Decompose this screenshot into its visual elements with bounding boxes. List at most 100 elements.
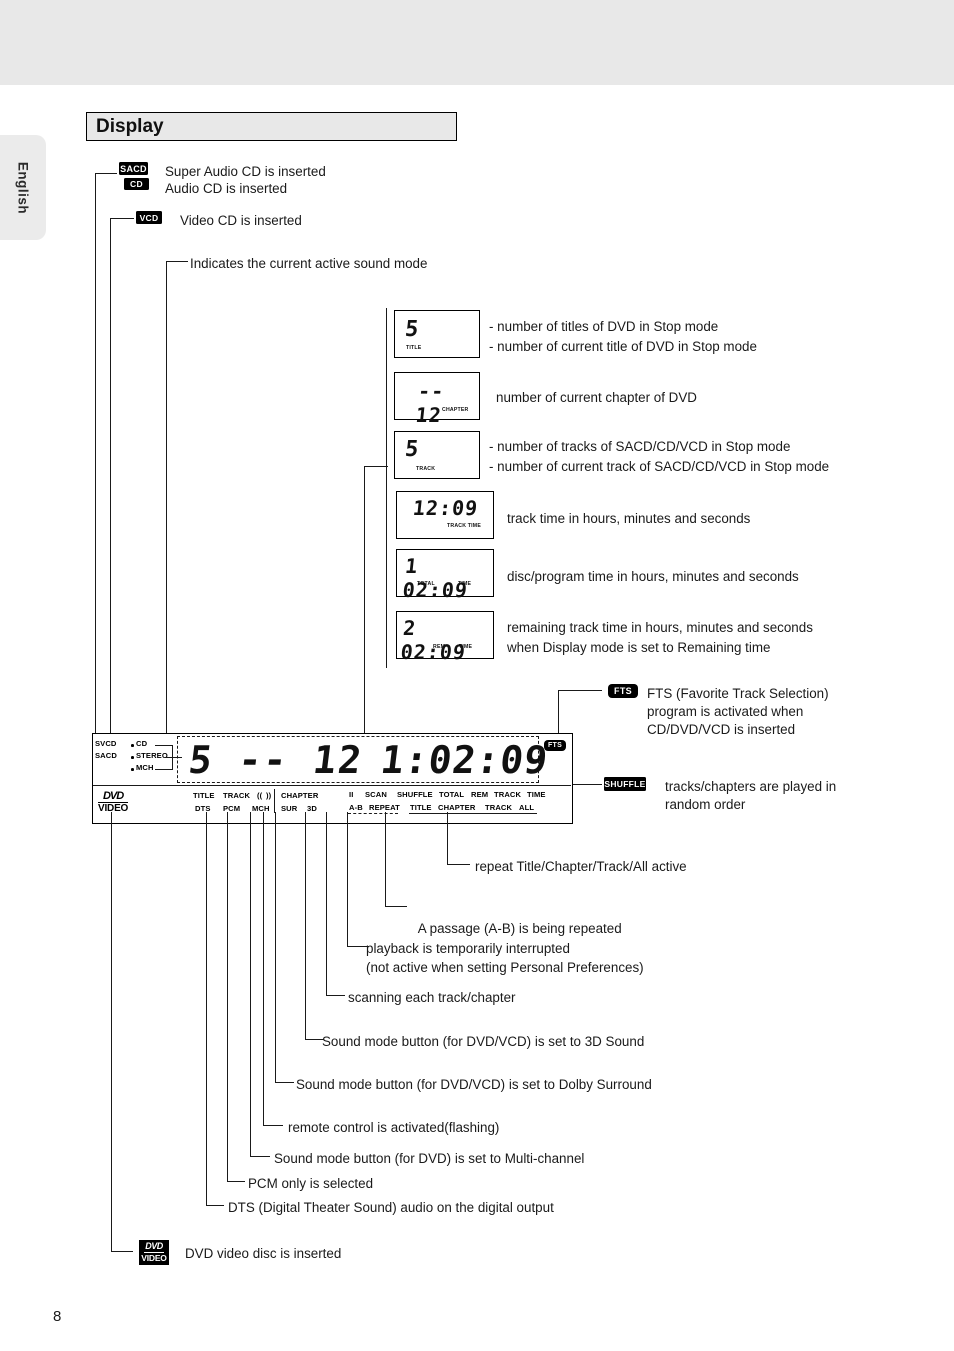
indicator-track: TRACK — [223, 791, 251, 800]
leader-pcm-v — [227, 812, 229, 1182]
leader-scan-v — [326, 812, 328, 996]
leader-samples-down — [364, 466, 366, 761]
track-time-sample-value: 12:09 — [411, 496, 480, 520]
indicator-title: TITLE — [193, 791, 215, 800]
track-time-sample-label: TRACK TIME — [447, 523, 481, 529]
mch-dot — [131, 768, 134, 771]
disc-icon: )) — [266, 791, 272, 800]
page-header-band — [0, 0, 954, 85]
leader-scan-h — [326, 995, 345, 997]
total-time-sample-label-left: TOTAL — [417, 581, 435, 587]
callout-multichannel: Sound mode button (for DVD) is set to Mu… — [274, 1151, 585, 1166]
remote-icon: (( — [257, 791, 263, 800]
track-sample-value: 5 — [403, 437, 421, 462]
leader-remote-v — [263, 812, 265, 1126]
dvd-video-badge: DVD VIDEO — [139, 1240, 169, 1265]
shuffle-desc-1: tracks/chapters are played in — [665, 779, 837, 794]
stereo-dot — [131, 756, 134, 759]
callout-surround: Sound mode button (for DVD/VCD) is set t… — [296, 1077, 652, 1092]
leader-dvd-h — [111, 1251, 133, 1253]
chapter-desc-1: number of current chapter of DVD — [496, 390, 697, 405]
status-scan: SCAN — [365, 790, 387, 799]
cd-dot — [131, 744, 134, 747]
mch-indicator: MCH — [136, 763, 154, 772]
callout-3d: Sound mode button (for DVD/VCD) is set t… — [322, 1034, 645, 1049]
ab-repeat-underline — [348, 813, 398, 814]
repeat-group-underline — [409, 813, 537, 815]
track-time-desc: track time in hours, minutes and seconds — [507, 511, 751, 526]
rem-time-sample-label-left: REM — [433, 644, 446, 650]
leader-repeat-v — [447, 812, 449, 865]
sacd-badge: SACD — [119, 162, 148, 175]
lcd-left-value: 5 -- 12 — [186, 738, 366, 782]
indicator-pcm: PCM — [223, 804, 241, 813]
track-sample-label: TRACK — [416, 466, 436, 472]
leader-pcm-h — [227, 1181, 245, 1183]
indicator-mch: MCH — [252, 804, 270, 813]
main-display-panel: SVCD SACD CD STEREO MCH DVD VIDEO 5 -- 1… — [92, 733, 573, 824]
leader-samples-spine — [386, 308, 388, 668]
status-time: TIME — [527, 790, 546, 799]
status-shuffle: SHUFFLE — [397, 790, 433, 799]
language-tab-label: English — [15, 161, 31, 214]
leader-fts-h — [558, 690, 602, 692]
callout-remote: remote control is activated(flashing) — [288, 1120, 500, 1135]
svcd-indicator: SVCD — [95, 739, 117, 748]
rem-time-sample-value: 2 02:09 — [399, 616, 468, 664]
status-repeat-chapter: CHAPTER — [438, 803, 476, 812]
track-desc-2: - number of current track of SACD/CD/VCD… — [489, 459, 830, 474]
vcd-description: Video CD is inserted — [180, 213, 302, 228]
leader-sur-v — [275, 812, 277, 1083]
chapter-sample-box: -- 12 CHAPTER — [394, 372, 480, 427]
callout-dts: DTS (Digital Theater Sound) audio on the… — [228, 1200, 554, 1215]
callout-pcm: PCM only is selected — [248, 1176, 374, 1191]
status-track: TRACK — [494, 790, 522, 799]
lcd-right-value: 1:02:09 — [378, 738, 551, 782]
leader-vcd-v — [110, 218, 112, 763]
leader-soundmode-h — [166, 261, 188, 263]
leader-repeat-h — [447, 864, 470, 866]
total-time-desc: disc/program time in hours, minutes and … — [507, 569, 799, 584]
status-rem: REM — [471, 790, 489, 799]
dvd-logo-top: DVD — [102, 790, 124, 802]
bracket-mch — [155, 769, 173, 771]
page-number: 8 — [53, 1308, 62, 1325]
title-sample-value: 5 — [403, 317, 421, 342]
fts-desc-3: CD/DVD/VCD is inserted — [647, 722, 796, 737]
rem-time-sample-label-right: TIME — [459, 644, 473, 650]
title-desc-1: - number of titles of DVD in Stop mode — [489, 319, 719, 334]
panel-sep-1 — [274, 789, 276, 813]
indicator-3d: 3D — [307, 804, 317, 813]
leader-samples-branch — [364, 466, 388, 468]
cd-description: Audio CD is inserted — [165, 181, 288, 196]
vcd-badge: VCD — [136, 211, 162, 224]
leader-ab-h — [385, 906, 407, 908]
callout-scan: scanning each track/chapter — [348, 990, 516, 1005]
language-tab: English — [0, 135, 46, 240]
status-pause: II — [349, 790, 354, 799]
section-title-box: Display — [86, 112, 457, 141]
leader-3d-v — [305, 812, 307, 1040]
callout-pause-2: (not active when setting Personal Prefer… — [366, 960, 644, 975]
leader-dvd-v — [111, 812, 113, 1252]
dvd-badge-bottom: VIDEO — [141, 1253, 167, 1264]
total-time-sample-value: 1 02:09 — [401, 554, 470, 602]
fts-desc-2: program is activated when — [647, 704, 804, 719]
track-sample-box: 5 TRACK — [394, 431, 480, 479]
cd-indicator: CD — [136, 739, 148, 748]
track-time-sample-box: 12:09 TRACK TIME — [396, 491, 494, 539]
callout-ab-passage: A passage (A-B) is being repeated — [411, 899, 622, 938]
shuffle-badge-callout: SHUFFLE — [604, 777, 646, 791]
rem-time-sample-box: 2 02:09 REM TIME — [396, 611, 494, 664]
indicator-dts: DTS — [195, 804, 211, 813]
track-desc-1: - number of tracks of SACD/CD/VCD in Sto… — [489, 439, 791, 454]
rem-time-desc-2: when Display mode is set to Remaining ti… — [507, 640, 771, 655]
title-desc-2: - number of current title of DVD in Stop… — [489, 339, 757, 354]
chapter-sample-value: -- 12 — [414, 379, 446, 427]
leader-pause-v — [347, 812, 349, 947]
leader-sacd-h — [95, 173, 117, 175]
fts-desc-1: FTS (Favorite Track Selection) — [647, 686, 829, 701]
status-repeat: REPEAT — [369, 803, 400, 812]
fts-badge-panel: FTS — [544, 740, 566, 751]
leader-mch-h — [250, 1156, 270, 1158]
